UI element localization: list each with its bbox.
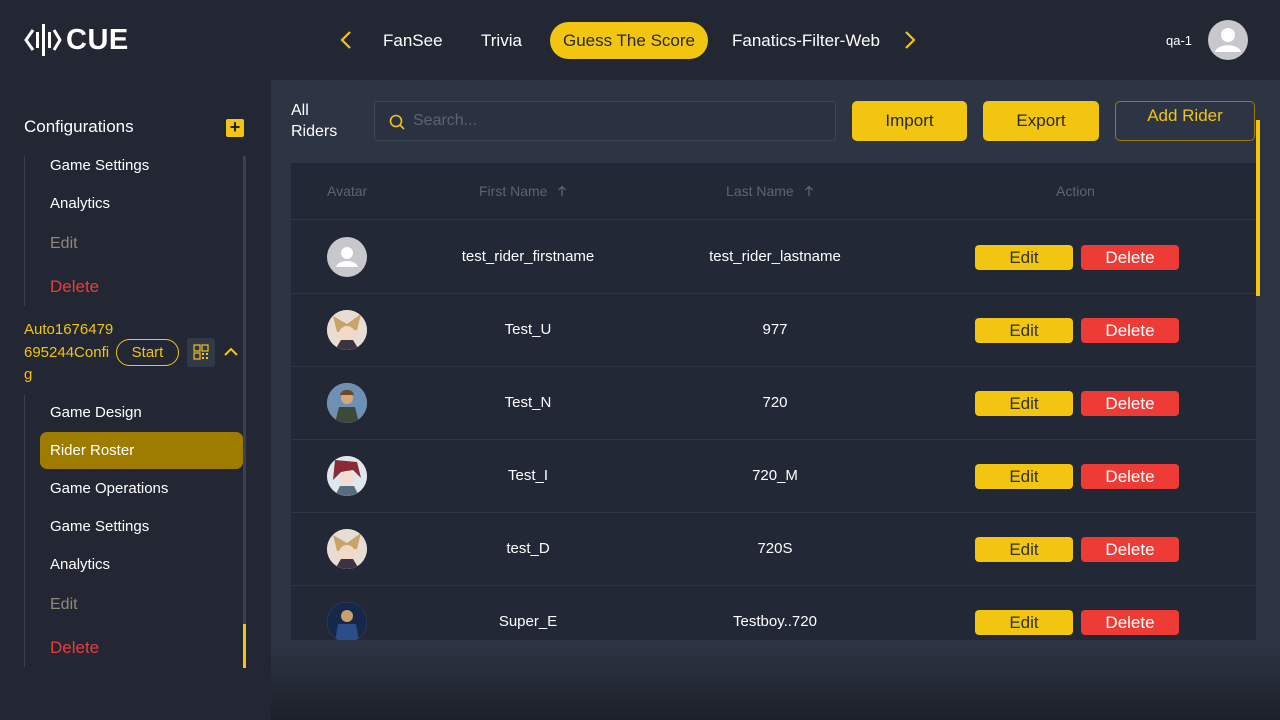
- sidebar-item-edit[interactable]: Edit: [50, 235, 78, 253]
- add-configuration-button[interactable]: +: [226, 118, 244, 137]
- first-name-cell: Test_U: [504, 321, 552, 338]
- table-scrollbar-thumb[interactable]: [1256, 120, 1260, 296]
- sidebar-item-edit[interactable]: Edit: [50, 596, 78, 614]
- delete-button[interactable]: Delete: [1081, 537, 1179, 562]
- last-name-cell: 720: [762, 394, 788, 411]
- sidebar-item-game-operations[interactable]: Game Operations: [50, 480, 168, 497]
- delete-button[interactable]: Delete: [1081, 245, 1179, 270]
- qr-code-button[interactable]: [187, 338, 215, 367]
- default-avatar-icon: [336, 247, 358, 267]
- user-avatar-icon: [1215, 28, 1241, 52]
- column-header-last-name[interactable]: Last Name: [726, 183, 814, 199]
- user-avatar[interactable]: [1208, 20, 1248, 60]
- export-button[interactable]: Export: [983, 101, 1099, 141]
- sidebar-item-analytics[interactable]: Analytics: [50, 195, 110, 212]
- edit-button[interactable]: Edit: [975, 318, 1073, 343]
- table-row: Test_U 977 Edit Delete: [291, 294, 1256, 367]
- sort-arrow-icon[interactable]: [557, 185, 567, 197]
- edit-button[interactable]: Edit: [975, 391, 1073, 416]
- sidebar-item-game-design[interactable]: Game Design: [50, 404, 142, 421]
- sidebar-item-delete[interactable]: Delete: [50, 277, 99, 297]
- rider-avatar: [327, 602, 367, 640]
- first-name-cell: test_D: [506, 540, 550, 557]
- top-bar: CUE FanSee Trivia Guess The Score Fanati…: [0, 0, 1280, 80]
- rider-avatar: [327, 383, 367, 423]
- table-row: test_rider_firstname test_rider_lastname…: [291, 221, 1256, 294]
- delete-button[interactable]: Delete: [1081, 391, 1179, 416]
- chevron-up-icon[interactable]: [222, 344, 240, 360]
- sidebar-item-analytics[interactable]: Analytics: [50, 556, 110, 573]
- table-header: Avatar First Name Last Name Action: [291, 163, 1256, 220]
- character-portrait-image: [327, 383, 367, 423]
- sidebar-item-rider-roster[interactable]: Rider Roster: [40, 432, 243, 469]
- logo-text: CUE: [66, 23, 129, 56]
- first-name-cell: Super_E: [498, 613, 558, 630]
- tab-fanatics-filter-web[interactable]: Fanatics-Filter-Web: [732, 22, 880, 59]
- character-portrait-image: [327, 456, 367, 496]
- table-row: Test_N 720 Edit Delete: [291, 367, 1256, 440]
- start-button[interactable]: Start: [116, 339, 179, 366]
- search-input[interactable]: [413, 102, 823, 140]
- sidebar: [0, 80, 271, 720]
- column-header-action: Action: [1056, 183, 1095, 199]
- user-name[interactable]: qa-1: [1166, 33, 1192, 48]
- sort-arrow-icon[interactable]: [804, 185, 814, 197]
- rider-avatar: [327, 529, 367, 569]
- cue-logo-icon: [24, 24, 62, 56]
- last-name-cell: 720S: [757, 540, 793, 557]
- rider-avatar: [327, 456, 367, 496]
- first-name-cell: Test_I: [507, 467, 549, 484]
- chevron-right-icon[interactable]: [898, 29, 920, 51]
- delete-button[interactable]: Delete: [1081, 318, 1179, 343]
- table-row: Test_I 720_M Edit Delete: [291, 440, 1256, 513]
- column-header-first-name-label: First Name: [479, 183, 548, 199]
- delete-button[interactable]: Delete: [1081, 610, 1179, 635]
- search-icon: [389, 114, 405, 130]
- column-header-first-name[interactable]: First Name: [479, 183, 567, 199]
- page-title: All Riders: [291, 102, 338, 140]
- last-name-cell: 977: [762, 321, 788, 338]
- column-header-avatar: Avatar: [327, 183, 368, 199]
- last-name-cell: Testboy..720: [733, 613, 817, 630]
- tab-trivia[interactable]: Trivia: [481, 22, 522, 59]
- sidebar-item-delete[interactable]: Delete: [50, 638, 99, 658]
- riders-table: Avatar First Name Last Name Action test_…: [291, 163, 1256, 640]
- table-row: Super_E Testboy..720 Edit Delete: [291, 586, 1256, 640]
- first-name-cell: test_rider_firstname: [461, 248, 595, 265]
- last-name-cell: test_rider_lastname: [709, 248, 841, 265]
- first-name-cell: Test_N: [504, 394, 552, 411]
- edit-button[interactable]: Edit: [975, 245, 1073, 270]
- delete-button[interactable]: Delete: [1081, 464, 1179, 489]
- chevron-left-icon[interactable]: [336, 29, 358, 51]
- configurations-title: Configurations: [24, 117, 134, 136]
- column-header-last-name-label: Last Name: [726, 183, 794, 199]
- sidebar-item-game-settings[interactable]: Game Settings: [50, 157, 149, 174]
- tab-fansee[interactable]: FanSee: [383, 22, 443, 59]
- tree-line: [24, 395, 25, 667]
- character-portrait-image: [327, 602, 367, 640]
- sidebar-item-game-settings[interactable]: Game Settings: [50, 518, 149, 535]
- rider-avatar: [327, 237, 367, 277]
- qr-code-icon: [193, 344, 209, 360]
- logo[interactable]: CUE: [24, 22, 129, 58]
- edit-button[interactable]: Edit: [975, 464, 1073, 489]
- sidebar-scrollbar-track[interactable]: [243, 156, 246, 668]
- edit-button[interactable]: Edit: [975, 537, 1073, 562]
- last-name-cell: 720_M: [752, 467, 798, 484]
- table-row: test_D 720S Edit Delete: [291, 513, 1256, 586]
- tree-line: [24, 156, 25, 306]
- edit-button[interactable]: Edit: [975, 610, 1073, 635]
- config-name[interactable]: Auto1676479695244Config: [24, 319, 114, 387]
- rider-avatar: [327, 310, 367, 350]
- import-button[interactable]: Import: [852, 101, 967, 141]
- tab-guess-the-score[interactable]: Guess The Score: [550, 22, 708, 59]
- add-rider-button[interactable]: Add Rider: [1115, 101, 1255, 141]
- character-portrait-image: [327, 310, 367, 350]
- sidebar-scrollbar-thumb[interactable]: [243, 624, 246, 668]
- search-box[interactable]: [374, 101, 836, 141]
- character-portrait-image: [327, 529, 367, 569]
